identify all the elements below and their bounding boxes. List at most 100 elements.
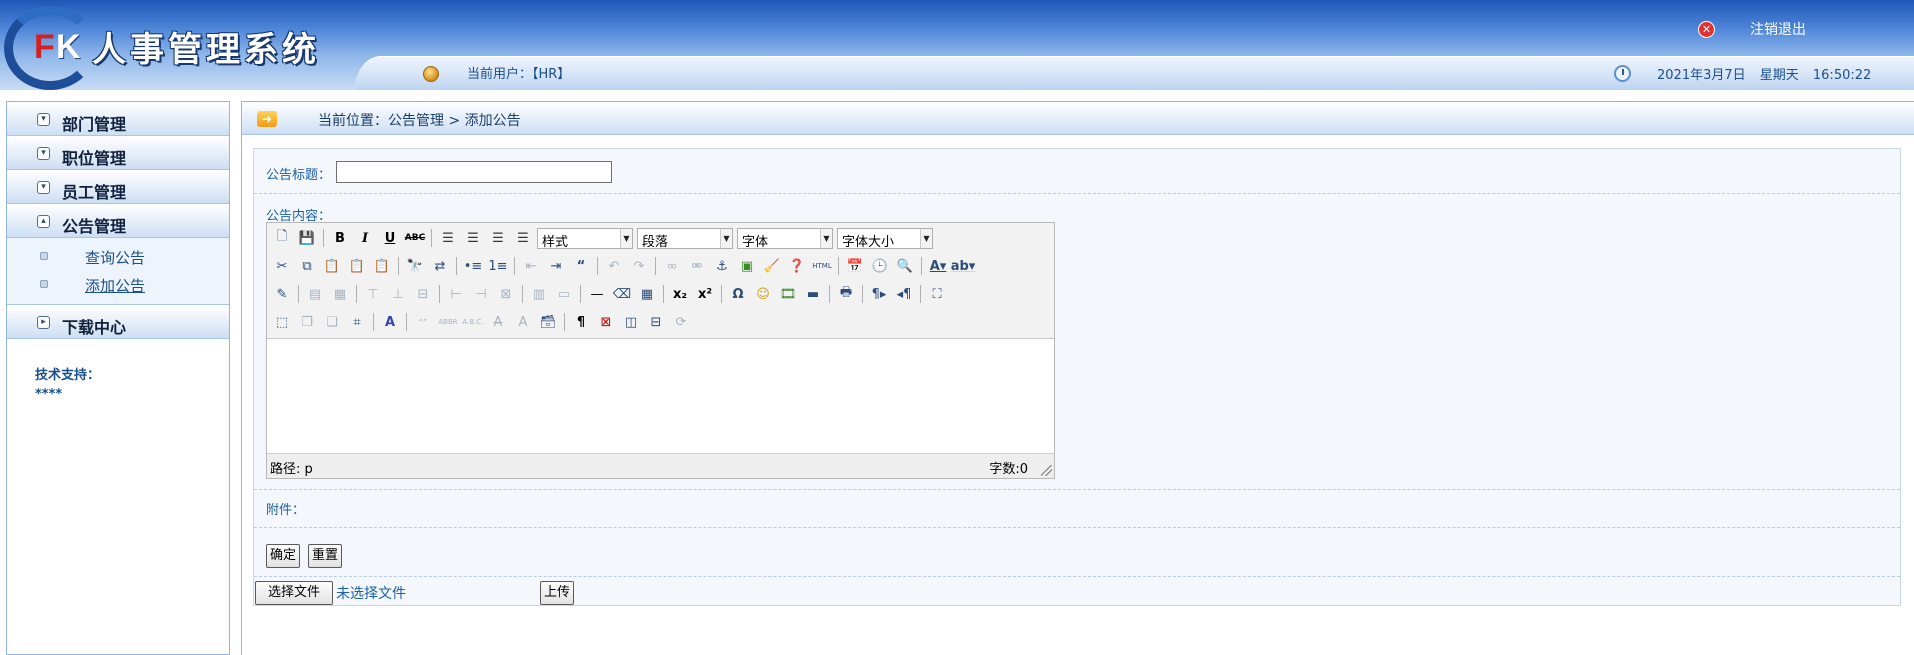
toolbar-separator <box>921 257 922 275</box>
media-icon[interactable]: 🎞 <box>777 283 799 305</box>
edit-table-icon[interactable]: ✎ <box>271 283 293 305</box>
del-icon[interactable]: A <box>487 311 509 333</box>
style-props-icon[interactable]: A <box>379 311 401 333</box>
acronym-icon[interactable]: A.B.C. <box>462 311 484 333</box>
sidebar-menu-employee[interactable]: ▾ 员工管理 <box>7 170 229 204</box>
layer-forward-icon[interactable]: ❐ <box>296 311 318 333</box>
link-icon[interactable]: ∞ <box>661 255 683 277</box>
sidebar-item-label[interactable]: 添加公告 <box>85 275 145 296</box>
font-select[interactable]: 字体 ▼ <box>737 227 833 250</box>
blockquote-icon[interactable]: “ <box>570 255 592 277</box>
insert-date-icon[interactable]: 📅 <box>844 255 866 277</box>
align-justify-icon[interactable]: ☰ <box>512 227 534 249</box>
choose-file-button[interactable]: 选择文件 <box>255 581 333 605</box>
merge-cells-icon[interactable]: ▭ <box>553 283 575 305</box>
layer-backward-icon[interactable]: ❏ <box>321 311 343 333</box>
sidebar-item-query-notice[interactable]: 查询公告 <box>7 242 229 270</box>
sidebar-menu-notice[interactable]: ▴ 公告管理 <box>7 204 229 238</box>
insert-col-after-icon[interactable]: ⊣ <box>470 283 492 305</box>
insert-time-icon[interactable]: 🕒 <box>869 255 891 277</box>
align-center-icon[interactable]: ☰ <box>462 227 484 249</box>
highlight-color-icon[interactable]: ab▾ <box>951 255 976 277</box>
insert-field-icon[interactable]: ▬ <box>802 283 824 305</box>
html-source-icon[interactable]: HTML <box>811 255 833 277</box>
italic-icon[interactable]: I <box>354 227 376 249</box>
find-icon[interactable]: 🔭 <box>404 255 426 277</box>
bulleted-list-icon[interactable]: •≡ <box>462 255 484 277</box>
anchor-icon[interactable]: ⚓ <box>711 255 733 277</box>
cleanup-icon[interactable]: 🧹 <box>761 255 783 277</box>
image-icon[interactable]: ▣ <box>736 255 758 277</box>
paste-word-icon[interactable]: 📋 <box>371 255 393 277</box>
sidebar-menu-position[interactable]: ▾ 职位管理 <box>7 136 229 170</box>
numbered-list-icon[interactable]: 1≡ <box>487 255 509 277</box>
sidebar-item-add-notice[interactable]: 添加公告 <box>7 270 229 298</box>
special-char-icon[interactable]: Ω <box>727 283 749 305</box>
show-blocks-icon[interactable]: ¶ <box>570 311 592 333</box>
preview-icon[interactable]: 🔍 <box>894 255 916 277</box>
split-cells-icon[interactable]: ▥ <box>528 283 550 305</box>
page-break-icon[interactable]: ⊟ <box>645 311 667 333</box>
sidebar-menu-download[interactable]: ▸ 下载中心 <box>7 305 229 339</box>
underline-icon[interactable]: U <box>379 227 401 249</box>
horizontal-rule-icon[interactable]: — <box>586 283 608 305</box>
insert-row-after-icon[interactable]: ⊥ <box>387 283 409 305</box>
nonbreaking-icon[interactable]: ⊠ <box>595 311 617 333</box>
outdent-icon[interactable]: ⇤ <box>520 255 542 277</box>
attributes-icon[interactable]: 🗃 <box>537 311 559 333</box>
paste-text-icon[interactable]: 📋 <box>346 255 368 277</box>
align-left-icon[interactable]: ☰ <box>437 227 459 249</box>
fullscreen-icon[interactable]: ⛶ <box>926 283 948 305</box>
redo-icon[interactable]: ↷ <box>628 255 650 277</box>
delete-col-icon[interactable]: ⊠ <box>495 283 517 305</box>
confirm-button[interactable]: 确定 <box>266 544 301 568</box>
select-all-icon[interactable]: ⬚ <box>271 311 293 333</box>
table-row-icon[interactable]: ▤ <box>304 283 326 305</box>
bold-icon[interactable]: B <box>329 227 351 249</box>
cut-icon[interactable]: ✂ <box>271 255 293 277</box>
close-circle-icon[interactable]: ✕ <box>1698 21 1715 38</box>
save-icon[interactable]: 💾 <box>296 227 318 249</box>
strikethrough-icon[interactable]: ABC <box>404 227 426 249</box>
insert-row-before-icon[interactable]: ⊤ <box>362 283 384 305</box>
resize-handle-icon[interactable] <box>1041 465 1052 476</box>
style-select-value: 样式 <box>542 234 569 250</box>
reset-button[interactable]: 重置 <box>308 544 343 568</box>
upload-button[interactable]: 上传 <box>540 581 575 605</box>
restore-draft-icon[interactable]: ⟳ <box>670 311 692 333</box>
cite-icon[interactable]: “” <box>412 311 434 333</box>
font-color-icon[interactable]: A▾ <box>927 255 949 277</box>
replace-icon[interactable]: ⇄ <box>429 255 451 277</box>
rtl-icon[interactable]: ◂¶ <box>893 283 915 305</box>
fontsize-select[interactable]: 字体大小 ▼ <box>837 227 933 250</box>
title-input[interactable] <box>336 161 612 183</box>
abbr-icon[interactable]: ABBR <box>437 311 459 333</box>
logout-link[interactable]: 注销退出 <box>1750 19 1806 39</box>
editor-content-area[interactable] <box>267 340 1054 454</box>
undo-icon[interactable]: ↶ <box>603 255 625 277</box>
indent-icon[interactable]: ⇥ <box>545 255 567 277</box>
sidebar-menu-department[interactable]: ▾ 部门管理 <box>7 102 229 136</box>
ltr-icon[interactable]: ¶▸ <box>868 283 890 305</box>
copy-icon[interactable]: ⧉ <box>296 255 318 277</box>
absolute-position-icon[interactable]: ⌗ <box>346 311 368 333</box>
style-select[interactable]: 样式 ▼ <box>537 227 633 250</box>
insert-col-before-icon[interactable]: ⊢ <box>445 283 467 305</box>
unlink-icon[interactable]: ⚮ <box>686 255 708 277</box>
ins-icon[interactable]: A <box>512 311 534 333</box>
paste-icon[interactable]: 📋 <box>321 255 343 277</box>
align-right-icon[interactable]: ☰ <box>487 227 509 249</box>
subscript-icon[interactable]: x₂ <box>669 283 691 305</box>
delete-row-icon[interactable]: ⊟ <box>412 283 434 305</box>
table-cell-icon[interactable]: ▦ <box>329 283 351 305</box>
new-document-icon[interactable]: 🗋 <box>271 227 293 249</box>
template-icon[interactable]: ◫ <box>620 311 642 333</box>
superscript-icon[interactable]: x² <box>694 283 716 305</box>
sidebar-item-label[interactable]: 查询公告 <box>85 247 145 268</box>
emoticon-icon[interactable]: ☺ <box>752 283 774 305</box>
help-icon[interactable]: ❓ <box>786 255 808 277</box>
eraser-icon[interactable]: ⌫ <box>611 283 633 305</box>
print-icon[interactable]: 🖶 <box>835 283 857 305</box>
insert-table-icon[interactable]: ▦ <box>636 283 658 305</box>
paragraph-select[interactable]: 段落 ▼ <box>637 227 733 250</box>
